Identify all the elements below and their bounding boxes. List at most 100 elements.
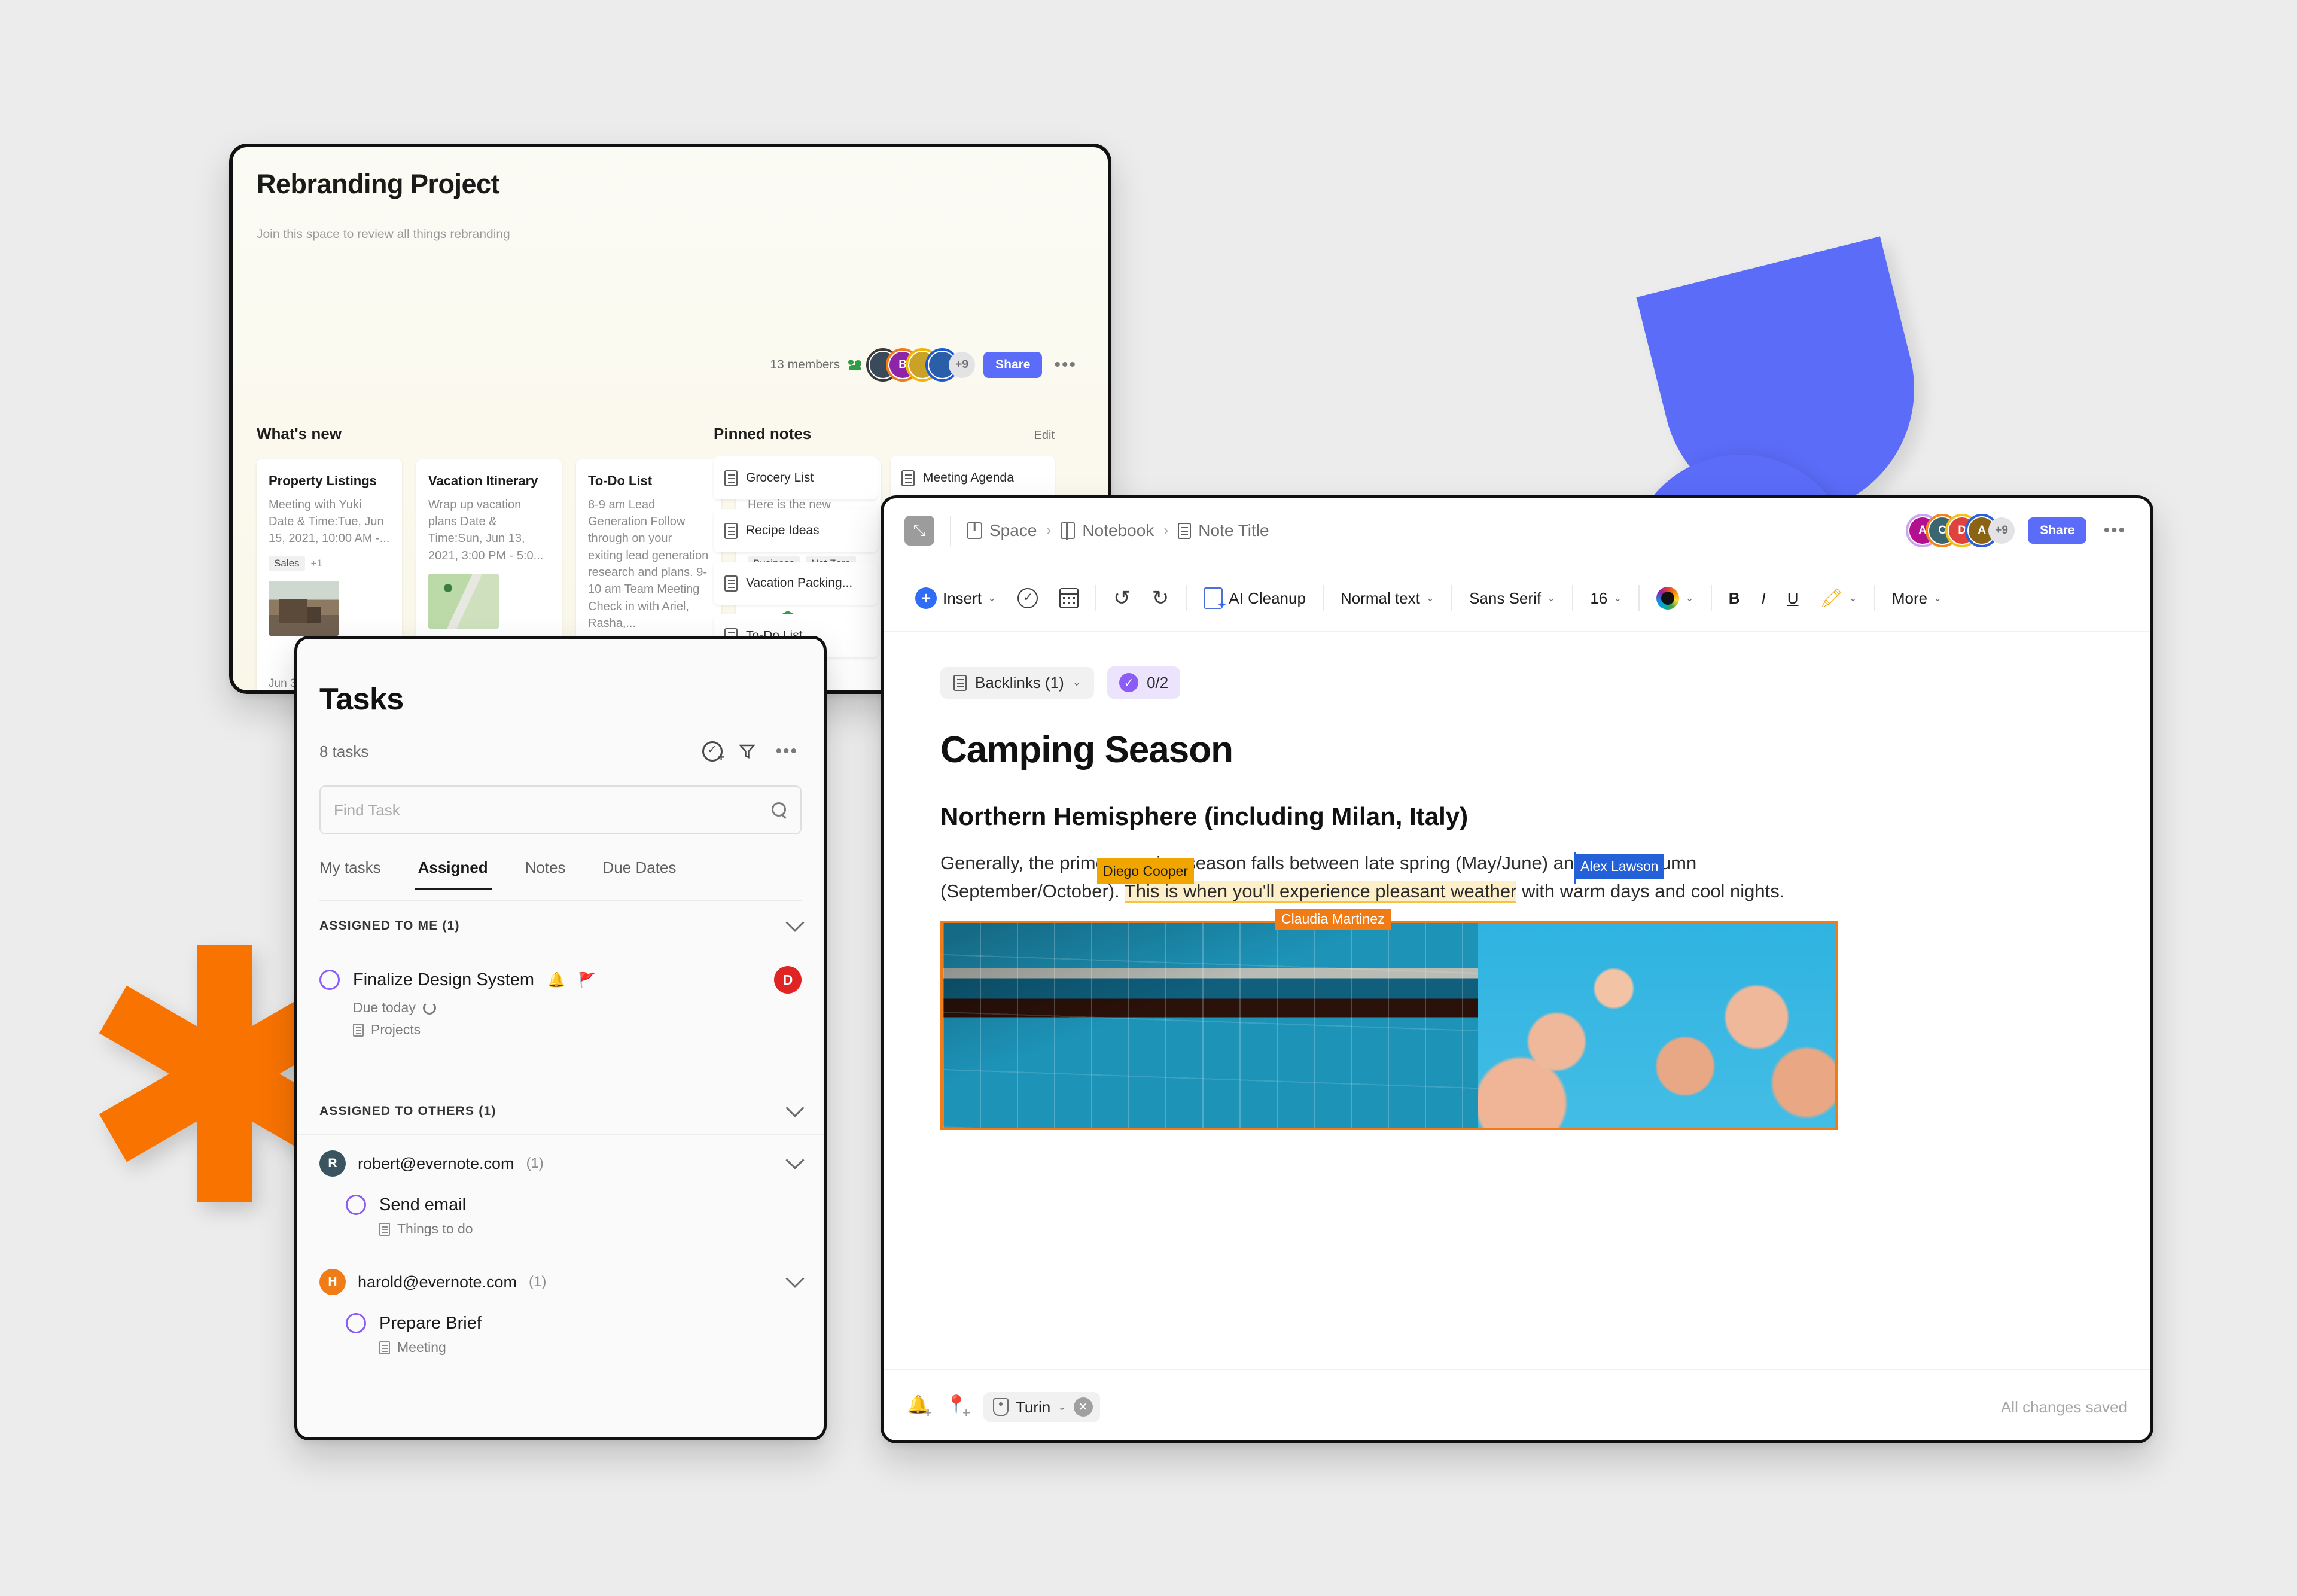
redo-button[interactable]: ↻ [1141, 586, 1180, 610]
note-content-area[interactable]: Backlinks (1) ⌄ ✓ 0/2 Camping Season Nor… [881, 632, 2153, 1369]
ai-cleanup-button[interactable]: AI Cleanup [1193, 587, 1317, 613]
card-title: Property Listings [269, 473, 377, 488]
find-task-input[interactable] [334, 800, 772, 820]
backlinks-chip[interactable]: Backlinks (1) ⌄ [940, 666, 1095, 699]
image-building-part [943, 923, 1497, 1128]
card-tags: Sales +1 [269, 555, 390, 571]
tab-due-dates[interactable]: Due Dates [603, 858, 677, 889]
add-reminder-icon[interactable]: 🔔 + [907, 1394, 932, 1420]
tab-notes[interactable]: Notes [525, 858, 566, 889]
space-share-button[interactable]: Share [983, 352, 1043, 378]
pinned-notes-edit-button[interactable]: Edit [1034, 429, 1055, 443]
tasks-count-label: 8 tasks [319, 742, 369, 760]
remove-tag-icon[interactable]: ✕ [1073, 1397, 1093, 1417]
chevron-down-icon: ⌄ [1072, 677, 1082, 688]
task-row[interactable]: Prepare Brief Meeting [294, 1313, 827, 1356]
recurring-icon [422, 1001, 436, 1015]
collaborator-label-alex: Alex Lawson [1574, 854, 1665, 879]
task-row[interactable]: Send email Things to do [294, 1195, 827, 1237]
note-embedded-image[interactable] [940, 921, 1838, 1131]
font-size-label: 16 [1590, 589, 1608, 607]
task-checkbox[interactable] [346, 1195, 366, 1215]
assignee-row[interactable]: Hharold@evernote.com (1) [294, 1269, 827, 1295]
chevron-down-icon: ⌄ [1933, 592, 1942, 604]
redo-icon: ↻ [1151, 587, 1169, 610]
space-more-options-icon[interactable]: ••• [1050, 356, 1080, 374]
card-body: 8-9 am Lead Generation Follow through on… [588, 498, 709, 631]
chevron-down-icon[interactable] [785, 1098, 805, 1117]
plus-icon: + [915, 587, 937, 609]
note-image-block[interactable]: Claudia Martinez [940, 909, 1838, 1131]
card-date: Jun 3 [269, 677, 297, 690]
space-avatar-stack[interactable]: B +9 [866, 348, 976, 382]
tab-assigned[interactable]: Assigned [414, 858, 492, 890]
chevron-down-icon[interactable]: ⌄ [1058, 1401, 1066, 1413]
filter-icon[interactable] [738, 742, 756, 760]
notebook-icon [1061, 522, 1076, 540]
add-task-icon[interactable]: + [702, 741, 724, 763]
assignee-row[interactable]: Rrobert@evernote.com (1) [294, 1150, 827, 1177]
chevron-down-icon: ⌄ [1685, 592, 1694, 604]
font-family-select[interactable]: Sans Serif ⌄ [1458, 589, 1566, 608]
divider [1095, 585, 1097, 611]
card-title: Vacation Itinerary [428, 473, 538, 488]
task-checkbox[interactable] [319, 970, 340, 990]
text-color-select[interactable]: ⌄ [1646, 587, 1704, 610]
section-assigned-to-others[interactable]: ASSIGNED TO OTHERS (1) [294, 1088, 827, 1135]
task-row-finalize-design-system[interactable]: Finalize Design System 🔔 🚩 D Due today P… [294, 966, 827, 1038]
avatar-overflow-count[interactable]: +9 [949, 352, 976, 378]
font-size-select[interactable]: 16 ⌄ [1579, 589, 1632, 608]
calendar-tool-button[interactable] [1049, 588, 1089, 608]
tasks-tab-bar: My tasks Assigned Notes Due Dates [319, 858, 802, 901]
chevron-down-icon: ⌄ [1848, 592, 1857, 604]
tasks-more-options-icon[interactable]: ••• [772, 742, 802, 760]
chevron-down-icon[interactable] [785, 913, 805, 932]
italic-button[interactable]: I [1751, 589, 1777, 608]
note-more-options-icon[interactable]: ••• [2100, 522, 2130, 540]
breadcrumb-space[interactable]: Space [967, 521, 1037, 540]
card-tag-overflow[interactable]: +1 [311, 558, 322, 569]
task-checkbox[interactable] [346, 1313, 366, 1333]
avatar-overflow-count[interactable]: +9 [1988, 517, 2015, 544]
note-avatar-stack[interactable]: A C D A +9 [1906, 514, 2015, 547]
underline-button[interactable]: U [1777, 589, 1809, 608]
checkbox-tool-button[interactable] [1007, 588, 1049, 608]
add-tag-pin-icon[interactable]: 📍 + [945, 1394, 970, 1420]
search-icon[interactable] [772, 802, 787, 818]
note-title[interactable]: Camping Season [940, 729, 2094, 771]
pinned-note-item[interactable]: Vacation Packing... [714, 562, 878, 605]
task-source-note[interactable]: Projects [353, 1022, 802, 1038]
divider [1572, 585, 1574, 611]
paragraph-style-select[interactable]: Normal text ⌄ [1330, 589, 1445, 608]
todo-progress-chip[interactable]: ✓ 0/2 [1107, 666, 1181, 699]
card-tag[interactable]: Sales [269, 555, 305, 571]
tasks-window: Tasks 8 tasks + ••• My tasks Assigned Note… [294, 636, 827, 1440]
undo-icon: ↺ [1113, 587, 1131, 610]
tasks-panel-title: Tasks [319, 682, 404, 717]
task-source-note[interactable]: Meeting [379, 1339, 802, 1356]
pinned-note-item[interactable]: Recipe Ideas [714, 509, 878, 552]
bold-button[interactable]: B [1718, 589, 1751, 608]
breadcrumb-notebook[interactable]: Notebook [1061, 521, 1154, 540]
insert-button[interactable]: + Insert ⌄ [904, 587, 1007, 609]
tab-my-tasks[interactable]: My tasks [319, 858, 381, 889]
undo-button[interactable]: ↺ [1102, 586, 1141, 610]
space-subtitle: Join this space to review all things reb… [257, 227, 510, 241]
highlight-button[interactable]: 🖍 ⌄ [1809, 588, 1868, 609]
task-search-box[interactable] [319, 785, 802, 834]
divider [1638, 585, 1640, 611]
collapse-expand-icon[interactable]: ⤡ [904, 516, 934, 546]
section-assigned-to-me[interactable]: ASSIGNED TO ME (1) [294, 903, 827, 949]
note-section-heading[interactable]: Northern Hemisphere (including Milan, It… [940, 802, 2094, 831]
breadcrumb-note[interactable]: Note Title [1178, 521, 1269, 540]
pinned-note-item[interactable]: Meeting Agenda [891, 456, 1055, 499]
chevron-down-icon[interactable] [785, 1269, 805, 1288]
note-tag-turin[interactable]: Turin ⌄ ✕ [983, 1392, 1100, 1422]
task-assignee-avatar[interactable]: D [774, 966, 802, 994]
note-paragraph[interactable]: Generally, the prime camping season fall… [940, 849, 1873, 905]
more-formatting-button[interactable]: More ⌄ [1881, 589, 1953, 608]
pinned-note-item[interactable]: Grocery List [714, 456, 878, 499]
chevron-down-icon[interactable] [785, 1150, 805, 1169]
task-source-note[interactable]: Things to do [379, 1221, 802, 1237]
note-share-button[interactable]: Share [2028, 517, 2087, 544]
